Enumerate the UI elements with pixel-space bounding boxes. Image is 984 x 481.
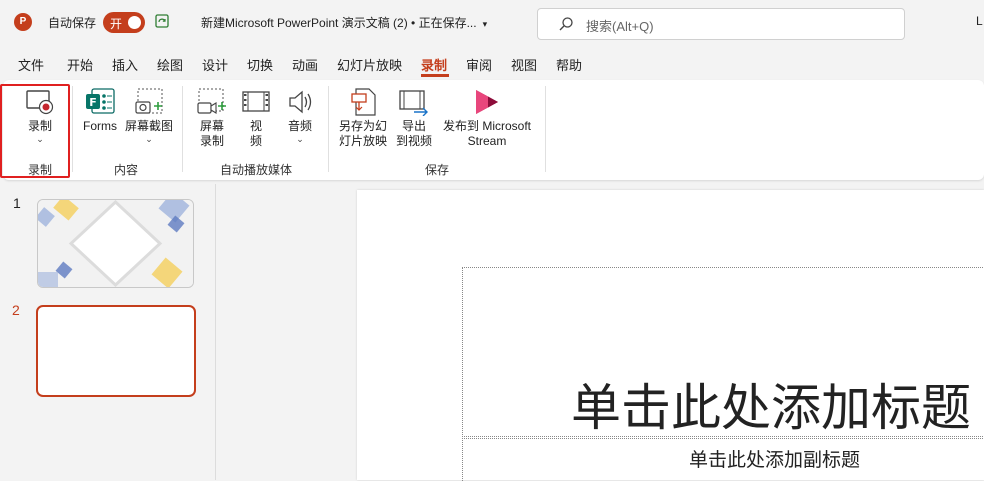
tab-review[interactable]: 审阅 (466, 55, 492, 74)
stream-logo-icon (476, 90, 498, 114)
ribbon-tabs: 文件 开始 插入 绘图 设计 切换 动画 幻灯片放映 录制 审阅 视图 帮助 (0, 48, 984, 78)
slide-thumbnail-1-design (38, 200, 193, 287)
account-avatar[interactable]: L (976, 14, 983, 28)
export-video-icon (399, 90, 428, 116)
screen-recording-label-line1: 屏幕 (199, 119, 224, 133)
tab-animations[interactable]: 动画 (292, 55, 318, 74)
screenshot-button[interactable]: 屏幕截图 ⌄ (122, 88, 176, 144)
search-icon (559, 17, 573, 31)
publish-stream-label-line1: 发布到 Microsoft (442, 119, 531, 133)
group-divider (182, 86, 183, 172)
forms-label: Forms (83, 119, 117, 133)
powerpoint-logo-icon: P (14, 13, 32, 31)
save-as-slideshow-label-line2: 灯片放映 (338, 134, 387, 148)
save-as-slideshow-button[interactable]: 另存为幻 灯片放映 (335, 88, 391, 149)
forms-button[interactable]: F Forms (79, 88, 121, 134)
subtitle-placeholder-text: 单击此处添加副标题 (689, 450, 861, 471)
record-group-highlight (0, 84, 70, 178)
video-button[interactable]: 视 频 (239, 88, 273, 149)
screenshot-icon (135, 88, 163, 114)
autosave-state: 开 (110, 17, 123, 31)
tab-design[interactable]: 设计 (202, 55, 228, 74)
screen-recording-button[interactable]: 屏幕 录制 (193, 88, 231, 149)
export-video-label-line2: 到视频 (395, 134, 432, 148)
slide-thumbnail-2-selected[interactable] (36, 305, 196, 397)
autosave-label: 自动保存 (48, 16, 97, 30)
speaker-icon (289, 90, 312, 114)
screenshot-label: 屏幕截图 (124, 119, 173, 133)
ribbon: 录制 ⌄ 录制 F Forms 屏幕截图 ⌄ 内容 屏幕 录制 视 频 音频 ⌄… (3, 80, 984, 180)
tab-file[interactable]: 文件 (18, 55, 44, 74)
publish-to-stream-button[interactable]: 发布到 Microsoft Stream (436, 88, 538, 149)
subtitle-placeholder[interactable]: 单击此处添加副标题 (462, 438, 984, 481)
video-label-line1: 视 (249, 119, 262, 133)
tab-transitions[interactable]: 切换 (247, 55, 273, 74)
audio-button[interactable]: 音频 ⌄ (282, 88, 318, 144)
toggle-knob (128, 16, 141, 29)
tab-slideshow[interactable]: 幻灯片放映 (337, 55, 402, 74)
export-to-video-button[interactable]: 导出 到视频 (393, 88, 435, 149)
slide-number-1: 1 (13, 195, 21, 211)
group-label-autoplay-media: 自动播放媒体 (220, 163, 293, 177)
search-placeholder: 搜索(Alt+Q) (586, 19, 654, 34)
slideshow-file-icon (351, 88, 376, 116)
tab-view[interactable]: 视图 (511, 55, 537, 74)
svg-text:F: F (89, 96, 97, 109)
audio-label: 音频 (287, 119, 312, 133)
slide-number-2: 2 (12, 302, 20, 318)
tab-home[interactable]: 开始 (67, 55, 93, 74)
tab-insert[interactable]: 插入 (112, 55, 138, 74)
document-title[interactable]: 新建Microsoft PowerPoint 演示文稿 (2) • 正在保存..… (201, 14, 487, 31)
tab-help[interactable]: 帮助 (556, 55, 582, 74)
group-label-save: 保存 (425, 163, 450, 177)
video-label-line2: 频 (249, 134, 262, 148)
publish-stream-label-line2: Stream (467, 134, 507, 148)
video-film-icon (242, 91, 270, 112)
group-divider (72, 86, 73, 172)
search-box[interactable]: 搜索(Alt+Q) (537, 8, 905, 40)
chevron-down-icon: ⌄ (296, 134, 304, 144)
active-tab-indicator (421, 74, 449, 77)
title-placeholder-text: 单击此处添加标题 (571, 380, 971, 436)
group-label-content: 内容 (114, 163, 139, 177)
tab-draw[interactable]: 绘图 (157, 55, 183, 74)
chevron-down-icon: ▾ (482, 19, 488, 29)
group-divider (328, 86, 329, 172)
document-title-text: 新建Microsoft PowerPoint 演示文稿 (2) • 正在保存..… (201, 16, 477, 30)
autosave-toggle[interactable]: 开 (103, 12, 145, 33)
group-divider (545, 86, 546, 172)
forms-icon: F (86, 88, 115, 114)
screen-recording-label-line2: 录制 (199, 134, 224, 148)
chevron-down-icon: ⌄ (145, 134, 153, 144)
save-sync-icon[interactable] (154, 13, 170, 29)
slide-thumbnail-1[interactable] (37, 199, 194, 288)
export-video-label-line1: 导出 (401, 119, 426, 133)
panel-divider (215, 184, 216, 480)
screen-recording-icon (197, 88, 226, 114)
tab-record[interactable]: 录制 (421, 55, 447, 74)
save-as-slideshow-label-line1: 另存为幻 (338, 119, 387, 133)
title-placeholder[interactable]: 单击此处添加标题 (462, 267, 984, 437)
